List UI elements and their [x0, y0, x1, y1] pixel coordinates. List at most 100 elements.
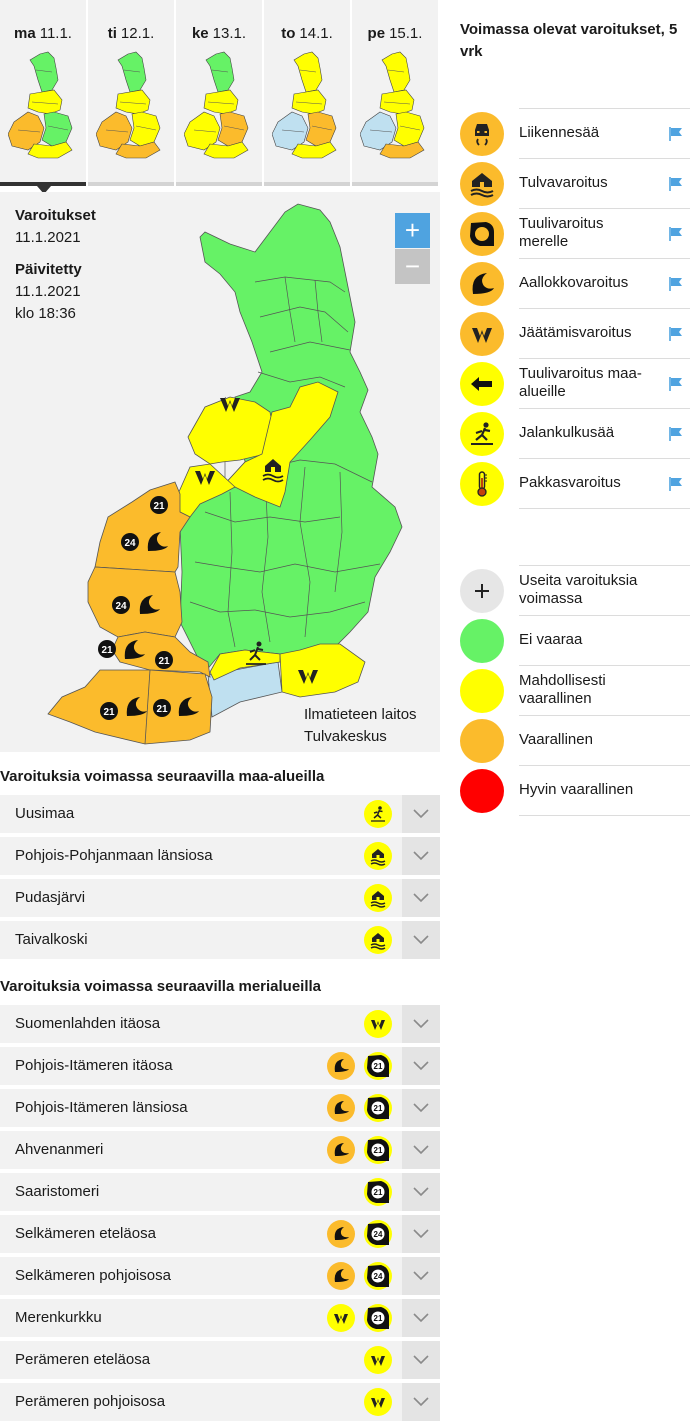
day-tab-3[interactable]: to 14.1.: [264, 0, 350, 186]
day-tab-0[interactable]: ma 11.1.: [0, 0, 86, 194]
zoom-in-button[interactable]: +: [395, 213, 430, 248]
land-region-row[interactable]: Uusimaa: [0, 795, 440, 833]
legend-warning-type-item[interactable]: Jalankulkusää: [460, 408, 690, 459]
mini-map-region-n: [117, 51, 147, 93]
mini-map-region-e: [393, 111, 425, 147]
flag-icon[interactable]: [668, 426, 684, 446]
svg-text:21: 21: [374, 1188, 383, 1197]
legend-warning-type-item[interactable]: Pakkasvaroitus: [460, 458, 690, 509]
region-warning-icons: [364, 884, 392, 912]
svg-text:21: 21: [156, 704, 168, 715]
sea-region-row[interactable]: Pohjois-Itämeren länsiosa 21: [0, 1089, 440, 1127]
flag-icon[interactable]: [668, 276, 684, 296]
warnings-date: 11.1.2021: [15, 229, 81, 246]
region-name: Uusimaa: [15, 805, 75, 822]
sea-region-row[interactable]: Merenkurkku 21: [0, 1299, 440, 1337]
svg-text:24: 24: [374, 1230, 383, 1239]
day-name: pe: [367, 25, 386, 42]
legend-level-item: Vaarallinen: [460, 715, 690, 766]
region-warning-icons: 21: [327, 1052, 392, 1080]
expand-button[interactable]: [402, 879, 440, 917]
legend-warning-type-item[interactable]: Tuulivaroitus merelle: [460, 208, 690, 259]
region-warning-icons: 24: [327, 1262, 392, 1290]
land-region-row[interactable]: Pohjois-Pohjanmaan länsiosa: [0, 837, 440, 875]
expand-button[interactable]: [402, 1383, 440, 1421]
land-warning-list: Uusimaa Pohjois-Pohjanmaan länsiosa Pudasj…: [0, 795, 440, 963]
day-tab-4[interactable]: pe 15.1.: [352, 0, 438, 186]
sea-region-row[interactable]: Saaristomeri 21: [0, 1173, 440, 1211]
credit-line-1: Ilmatieteen laitos: [304, 706, 417, 723]
expand-button[interactable]: [402, 921, 440, 959]
svg-text:21: 21: [374, 1146, 383, 1155]
svg-text:21: 21: [158, 656, 170, 667]
chevron-down-icon: [413, 1187, 429, 1197]
sea-section-title: Varoituksia voimassa seuraavilla merialu…: [0, 978, 322, 995]
map-region-orange-sw[interactable]: [87, 566, 183, 638]
map-region-orange-west[interactable]: [94, 481, 191, 573]
legend-label: Tulvavaroitus: [519, 174, 608, 191]
legend-warning-type-item[interactable]: Aallokkovaroitus: [460, 258, 690, 309]
legend-warning-type-item[interactable]: Tuulivaroitus maa-alueille: [460, 358, 690, 409]
legend-warning-type-item[interactable]: Liikennesää: [460, 108, 690, 159]
svg-text:21: 21: [374, 1314, 383, 1323]
flag-icon[interactable]: [668, 176, 684, 196]
credit-line-2: Tulvakeskus: [304, 728, 387, 745]
legend-level-item: Useita varoituksia voimassa: [460, 565, 690, 616]
flag-icon[interactable]: [668, 326, 684, 346]
legend-warning-type-item[interactable]: Jäätämisvaroitus: [460, 308, 690, 359]
sea-region-row[interactable]: Ahvenanmeri 21: [0, 1131, 440, 1169]
flag-icon[interactable]: [668, 126, 684, 146]
expand-button[interactable]: [402, 1257, 440, 1295]
land-region-row[interactable]: Pudasjärvi: [0, 879, 440, 917]
region-warning-icons: 24: [327, 1220, 392, 1248]
expand-button[interactable]: [402, 1047, 440, 1085]
expand-button[interactable]: [402, 1341, 440, 1379]
expand-button[interactable]: [402, 795, 440, 833]
flood-icon: [364, 842, 392, 870]
day-tab-1[interactable]: ti 12.1.: [88, 0, 174, 186]
mini-map-1: [96, 51, 161, 159]
flag-icon[interactable]: [668, 476, 684, 496]
sea-region-row[interactable]: Selkämeren pohjoisosa 24: [0, 1257, 440, 1295]
expand-button[interactable]: [402, 1005, 440, 1043]
day-tab-2[interactable]: ke 13.1.: [176, 0, 262, 186]
day-tabs: ma 11.1. ti 12.1. ke 13.1. to 14.1. pe 15.1.: [0, 0, 440, 194]
expand-button[interactable]: [402, 837, 440, 875]
expand-button[interactable]: [402, 1299, 440, 1337]
sea-region-row[interactable]: Perämeren pohjoisosa: [0, 1383, 440, 1421]
legend-label: Liikennesää: [519, 124, 600, 141]
sea-region-row[interactable]: Pohjois-Itämeren itäosa 21: [0, 1047, 440, 1085]
map-wind-badge: 21: [155, 651, 173, 669]
sea-region-row[interactable]: Selkämeren eteläosa 24: [0, 1215, 440, 1253]
chevron-down-icon: [413, 851, 429, 861]
sea-region-row[interactable]: Suomenlahden itäosa: [0, 1005, 440, 1043]
region-name: Selkämeren pohjoisosa: [15, 1267, 171, 1284]
expand-button[interactable]: [402, 1131, 440, 1169]
map-info: Varoitukset 11.1.2021 Päivitetty 11.1.20…: [15, 205, 96, 325]
legend-label: Hyvin vaarallinen: [519, 781, 634, 798]
expand-button[interactable]: [402, 1215, 440, 1253]
sea-region-row[interactable]: Perämeren eteläosa: [0, 1341, 440, 1379]
legend-warning-type-item[interactable]: Tulvavaroitus: [460, 158, 690, 209]
svg-text:21: 21: [103, 707, 115, 718]
warning-type-legend: Liikennesää Tulvavaroitus Tuulivaroitus me…: [460, 108, 690, 509]
expand-button[interactable]: [402, 1089, 440, 1127]
svg-text:24: 24: [374, 1272, 383, 1281]
land-region-row[interactable]: Taivalkoski: [0, 921, 440, 959]
warning-level-legend: Useita varoituksia voimassa Ei vaaraa Mahd…: [460, 565, 690, 816]
day-name: ti: [107, 25, 117, 42]
mini-map-region-n: [205, 51, 235, 93]
region-name: Ahvenanmeri: [15, 1141, 104, 1158]
flag-icon[interactable]: [668, 226, 684, 246]
legend-label: Vaarallinen: [519, 731, 593, 748]
region-warning-icons: 21: [327, 1094, 392, 1122]
region-name: Taivalkoski: [15, 931, 88, 948]
map-wind-badge: 24: [112, 596, 130, 614]
flag-icon[interactable]: [668, 376, 684, 396]
mini-map-region-n: [381, 51, 411, 93]
expand-button[interactable]: [402, 1173, 440, 1211]
svg-text:24: 24: [115, 601, 127, 612]
zoom-out-button[interactable]: −: [395, 249, 430, 284]
legend-label: Aallokkovaroitus: [519, 274, 629, 291]
map-region-yellow-southeast[interactable]: [279, 643, 366, 698]
